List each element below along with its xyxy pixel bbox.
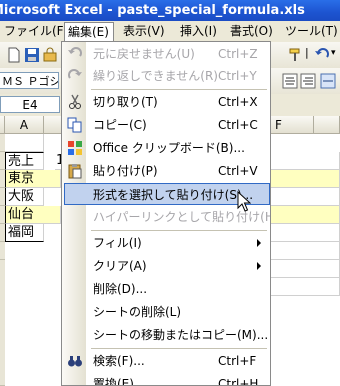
row-header[interactable] [0, 242, 5, 260]
paste-icon [68, 164, 82, 179]
menu-item-label: 貼り付け(P) [93, 164, 158, 178]
cell[interactable] [271, 260, 340, 278]
scissors-icon [69, 94, 81, 109]
align-center-icon[interactable] [282, 73, 298, 89]
menu-item-shortcut: Ctrl+H [218, 377, 259, 386]
menu-item-copy[interactable]: コピー(C) Ctrl+C [62, 114, 270, 136]
column-header[interactable] [314, 116, 340, 134]
clipboard-icon [68, 141, 82, 155]
undo-dropdown-icon[interactable]: ▾ [331, 48, 336, 58]
cell-a3[interactable]: 売上 [5, 152, 44, 170]
menu-file[interactable]: ファイル(F) [4, 21, 68, 42]
cell[interactable] [5, 134, 44, 152]
menu-item-shortcut: Ctrl+F [218, 354, 257, 368]
menu-edit[interactable]: 編集(E) [64, 22, 114, 42]
new-icon[interactable] [6, 47, 22, 63]
menu-item-move-copy-sheet[interactable]: シートの移動またはコピー(M)... [62, 324, 270, 346]
title-bar: Microsoft Excel - paste_special_formula.… [0, 0, 340, 21]
column-header-a[interactable]: A [5, 116, 44, 134]
toolbar-separator: | [305, 46, 309, 59]
menu-item-shortcut: Ctrl+V [218, 164, 258, 178]
binoculars-icon [68, 356, 82, 367]
menu-insert[interactable]: 挿入(I) [180, 21, 217, 42]
menu-item-office-clipboard[interactable]: Office クリップボード(B)... [62, 137, 270, 159]
align-right-icon[interactable] [300, 73, 316, 89]
submenu-arrow-icon [257, 262, 261, 270]
menu-item-delete[interactable]: 削除(D)... [62, 278, 270, 300]
font-name-box[interactable]: ＭＳ Ｐゴシック [0, 72, 59, 89]
cell[interactable] [271, 188, 340, 206]
menu-item-fill[interactable]: フィル(I) [62, 232, 270, 254]
cell-a5[interactable]: 大阪 [5, 188, 44, 206]
menu-item-label: 切り取り(T) [93, 95, 158, 109]
menu-view[interactable]: 表示(V) [123, 21, 165, 42]
cell-row6-right[interactable] [271, 206, 340, 224]
cell[interactable] [271, 152, 340, 170]
menu-separator [91, 230, 267, 231]
cell[interactable] [271, 224, 340, 242]
menu-item-label: シートの削除(L) [93, 305, 182, 319]
copy-icon [67, 117, 82, 133]
menu-separator [91, 348, 267, 349]
menu-item-label: 繰り返しできません(R) [93, 69, 218, 83]
cell-row4-right[interactable] [271, 170, 340, 188]
menu-item-label: Office クリップボード(B)... [93, 141, 245, 155]
name-box[interactable]: E4 [0, 96, 60, 113]
mouse-cursor-icon [237, 191, 251, 212]
undo-icon [68, 47, 82, 57]
cell-a6[interactable]: 仙台 [5, 206, 61, 224]
menu-item-label: 元に戻せません(U) [93, 47, 195, 61]
submenu-arrow-icon [257, 239, 261, 247]
menu-item-label: 削除(D)... [93, 282, 148, 296]
menu-item-label: 置換(E)... [93, 377, 146, 386]
redo-icon [68, 69, 82, 79]
menu-item-cut[interactable]: 切り取り(T) Ctrl+X [62, 91, 270, 113]
menu-item-label: クリア(A) [93, 259, 147, 273]
cell[interactable] [271, 242, 340, 260]
menu-item-label: 形式を選択して貼り付け(S)... [93, 188, 254, 202]
save-icon[interactable] [24, 47, 40, 63]
menu-item-label: フィル(I) [93, 236, 142, 250]
permission-icon[interactable] [42, 47, 58, 63]
cell[interactable] [271, 278, 340, 296]
format-painter-icon[interactable] [288, 47, 304, 63]
window-title: Microsoft Excel - paste_special_formula.… [0, 3, 305, 18]
menu-item-shortcut: Ctrl+C [218, 118, 258, 132]
row-header[interactable] [0, 260, 5, 386]
cell-a7[interactable]: 福岡 [5, 224, 44, 242]
menu-item-label: シートの移動またはコピー(M)... [93, 328, 269, 342]
edit-menu-dropdown: 元に戻せません(U) Ctrl+Z 繰り返しできません(R) Ctrl+Y 切り… [61, 41, 271, 386]
menu-item-shortcut: Ctrl+Y [218, 69, 257, 83]
menu-item-redo: 繰り返しできません(R) Ctrl+Y [62, 65, 270, 87]
menu-item-label: コピー(C) [93, 118, 147, 132]
merge-center-icon[interactable] [320, 73, 336, 89]
menu-separator [91, 89, 267, 90]
menu-item-shortcut: Ctrl+X [218, 95, 258, 109]
menu-item-delete-sheet[interactable]: シートの削除(L) [62, 301, 270, 323]
menu-item-shortcut: Ctrl+Z [218, 47, 258, 61]
menu-item-undo: 元に戻せません(U) Ctrl+Z [62, 43, 270, 65]
menu-format[interactable]: 書式(O) [230, 21, 273, 42]
undo-toolbar-icon[interactable] [314, 47, 330, 63]
menu-item-clear[interactable]: クリア(A) [62, 255, 270, 277]
menu-item-paste[interactable]: 貼り付け(P) Ctrl+V [62, 160, 270, 182]
menu-tools[interactable]: ツール(T) [285, 21, 338, 42]
menu-item-replace[interactable]: 置換(E)... Ctrl+H [62, 373, 270, 386]
cell-a4[interactable]: 東京 [5, 170, 61, 188]
menu-item-find[interactable]: 検索(F)... Ctrl+F [62, 350, 270, 372]
menu-item-label: 検索(F)... [93, 354, 145, 368]
menu-bar: ファイル(F) 編集(E) 表示(V) 挿入(I) 書式(O) ツール(T) [0, 21, 340, 43]
